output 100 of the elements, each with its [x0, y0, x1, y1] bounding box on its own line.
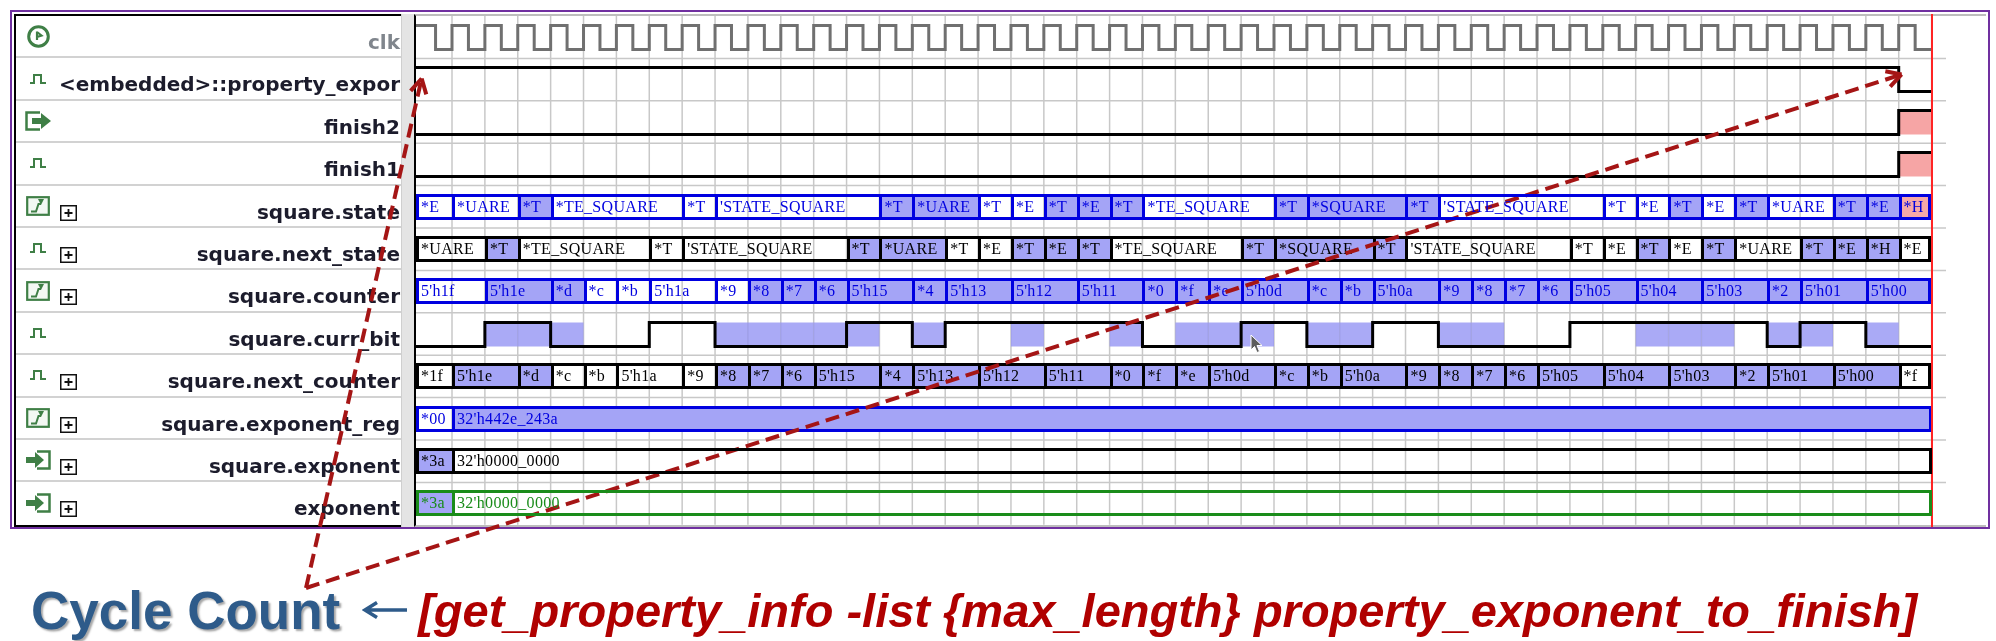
signal-name[interactable]: exponent [293, 498, 400, 519]
expand-icon[interactable] [60, 204, 77, 221]
bus-value: *b [616, 278, 650, 305]
bus-value: 5'h00 [1832, 363, 1899, 390]
bus-value: 5'h1f [416, 278, 485, 305]
bus-value: *E [416, 193, 452, 220]
bus-value: *E [1076, 193, 1110, 220]
bus-value: 32'h442e_243a [452, 405, 1932, 432]
bus-value: *c [1273, 363, 1307, 390]
bus-value: 5'h04 [1635, 278, 1702, 305]
pulse-icon [30, 243, 46, 254]
bus-value: *T [879, 193, 913, 220]
bus-value: *TE_SQUARE [550, 193, 683, 220]
bus-value: *0 [1142, 278, 1176, 305]
bus-value: *6 [1504, 363, 1537, 390]
expand-icon[interactable] [60, 289, 77, 306]
bus-value: *6 [813, 278, 847, 305]
expand-icon[interactable] [60, 416, 77, 433]
signal-name[interactable]: square.exponent [208, 455, 400, 476]
bus-value: 5'h11 [1043, 363, 1110, 390]
bus-value: *6 [1536, 278, 1570, 305]
bus-value: 32'h0000_0000 [452, 447, 1932, 474]
expand-icon[interactable] [60, 458, 77, 475]
bus-value: *H [1865, 235, 1899, 262]
bus-value: *4 [912, 278, 946, 305]
bus-value: *T [945, 235, 979, 262]
bus-value: 5'h1a [649, 278, 715, 305]
bus-value: *7 [780, 278, 814, 305]
bus-value: *T [1109, 193, 1143, 220]
pulse-icon [30, 158, 46, 169]
signal-name[interactable]: square.next_counter [167, 371, 400, 392]
bus-value: *8 [715, 363, 748, 390]
bus-value: *UARE [452, 193, 518, 220]
bus-value: *E [1832, 235, 1866, 262]
bus-value: *9 [1438, 278, 1472, 305]
bus-value: 5'h03 [1701, 278, 1767, 305]
input-arrow-icon [25, 450, 51, 471]
bus-value: 5'h01 [1767, 363, 1833, 390]
bus-value: *T [1701, 235, 1735, 262]
bus-value: *T [1635, 235, 1669, 262]
bus-value: *7 [1471, 363, 1504, 390]
bus-value: *7 [747, 363, 781, 390]
bus-value: 5'h1e [484, 278, 551, 305]
expand-icon[interactable] [60, 501, 77, 518]
signal-name[interactable]: finish1 [324, 159, 400, 180]
bus-value: *0 [1109, 363, 1143, 390]
bus-value: 5'h12 [1010, 278, 1077, 305]
bus-value: *7 [1504, 278, 1537, 305]
signal-name[interactable]: square.curr_bit [228, 328, 400, 349]
bus-value: *T [1241, 235, 1274, 262]
bus-value: *f [1175, 278, 1209, 305]
bus-value: 5'h0a [1372, 278, 1439, 305]
bus-value: 5'h03 [1668, 363, 1735, 390]
signal-name[interactable]: square.exponent_reg [161, 413, 400, 434]
input-arrow-icon [25, 493, 51, 514]
expand-icon[interactable] [60, 374, 77, 391]
bus-value: *T [1569, 235, 1603, 262]
bus-value: *UARE [879, 235, 946, 262]
signal-name[interactable]: clk [368, 32, 400, 52]
bus-value: 5'h00 [1865, 278, 1932, 305]
bus-value: *T [1076, 235, 1110, 262]
bus-value: *T [649, 235, 683, 262]
bus-value: 'STATE_SQUARE [1405, 235, 1570, 262]
signal-name[interactable]: <embedded>::property_expor [59, 74, 400, 95]
bus-value: *3a [416, 490, 452, 517]
pulse-icon [30, 327, 46, 338]
left-arrow-icon [362, 600, 409, 621]
bus-value: *E [1865, 193, 1899, 220]
bus-value: 5'h1e [452, 363, 518, 390]
mouse-pointer-icon [1250, 334, 1263, 354]
bus-value: *T [682, 193, 715, 220]
bus-value: *b [1306, 363, 1340, 390]
expand-icon[interactable] [60, 246, 77, 263]
bus-value: *UARE [1734, 235, 1800, 262]
register-icon [26, 407, 50, 428]
cursor-line[interactable] [1930, 14, 1933, 527]
bus-value: *T [846, 235, 880, 262]
bus-value: *UARE [1767, 193, 1833, 220]
bus-value: *d [517, 363, 551, 390]
clock-icon [26, 24, 50, 48]
splitter-bar[interactable] [401, 14, 414, 527]
bus-value: 5'h04 [1602, 363, 1669, 390]
bus-value: *UARE [912, 193, 979, 220]
bus-value: 32'h0000_0000 [452, 490, 1932, 517]
signal-name[interactable]: finish2 [324, 116, 400, 137]
bus-value: *f [1142, 363, 1176, 390]
bus-value: *c [583, 278, 617, 305]
bus-value: *9 [1405, 363, 1439, 390]
bus-value: *c [1306, 278, 1340, 305]
pulse-icon [30, 73, 46, 84]
bus-value: *8 [1438, 363, 1472, 390]
bus-value: 5'h0d [1208, 363, 1274, 390]
bus-value: 5'h01 [1799, 278, 1866, 305]
bus-value: *UARE [416, 235, 485, 262]
bus-value: *SQUARE [1273, 235, 1373, 262]
bus-value: 5'h12 [978, 363, 1044, 390]
bus-value: *4 [879, 363, 913, 390]
bus-value: *TE_SQUARE [1109, 235, 1242, 262]
register-icon [26, 195, 50, 216]
bus-value: *SQUARE [1306, 193, 1406, 220]
